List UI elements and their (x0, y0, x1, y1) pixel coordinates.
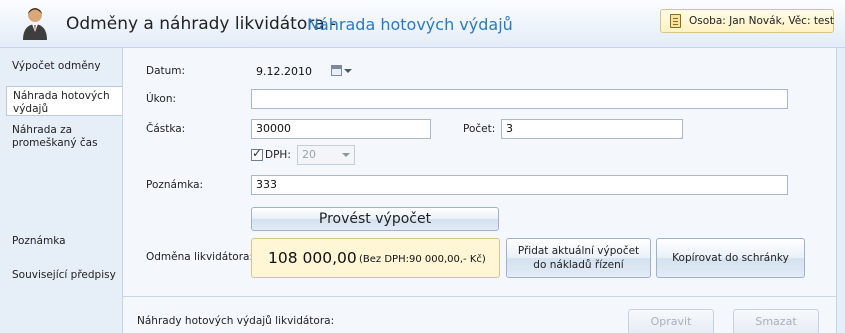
castka-label: Částka: (146, 123, 186, 135)
case-info-text: Osoba: Jan Novák, Věc: test (689, 15, 834, 27)
delete-button[interactable]: Smazat (733, 309, 819, 333)
dph-checkbox[interactable] (251, 146, 263, 161)
poznamka-input[interactable]: 333 (251, 175, 788, 195)
dph-label: DPH: (265, 149, 291, 161)
sidebar-item-nahrada-za-promeskany-cas[interactable]: Náhrada za promeškaný čas (0, 124, 112, 150)
calendar-icon[interactable] (331, 65, 342, 76)
chevron-down-icon (342, 153, 350, 157)
sidebar-item-poznamka[interactable]: Poznámka (0, 235, 122, 248)
reward-value: 108 000,00 (268, 249, 357, 267)
add-to-costs-line2: do nákladů řízení (533, 259, 624, 271)
sidebar: Výpočet odměny Náhrada hotových výdajů N… (0, 48, 123, 333)
page-title: Odměny a náhrady likvidátora - (66, 14, 337, 34)
chevron-down-icon[interactable] (344, 69, 352, 73)
expenses-list-label: Náhrady hotových výdajů likvidátora: (137, 315, 335, 327)
reward-label: Odměna likvidátora: (146, 251, 254, 263)
sidebar-item-souvisejici-predpisy[interactable]: Související předpisy (0, 269, 122, 282)
sidebar-item-nahrada-hotovych-vydaju[interactable]: Náhrada hotových výdajů (6, 86, 123, 116)
dph-value: 20 (302, 148, 316, 161)
copy-to-clipboard-button[interactable]: Kopírovat do schránky (656, 238, 805, 278)
pocet-label: Počet: (463, 123, 496, 135)
main-panel: Datum: 9.12.2010 Úkon: Částka: 30000 Poč… (122, 48, 837, 333)
datum-value: 9.12.2010 (256, 65, 312, 78)
dph-select: 20 (297, 145, 355, 165)
case-info-badge: Osoba: Jan Novák, Věc: test (660, 9, 834, 33)
datum-label: Datum: (146, 65, 186, 77)
page-subtitle: Náhrada hotových výdajů (307, 15, 513, 34)
pocet-input[interactable]: 3 (501, 119, 683, 139)
sidebar-item-vypocet-odmeny[interactable]: Výpočet odměny (0, 60, 122, 73)
castka-input[interactable]: 30000 (251, 119, 431, 139)
clipboard-icon (670, 14, 681, 28)
add-to-costs-button[interactable]: Přidat aktuální výpočet do nákladů řízen… (506, 238, 651, 278)
add-to-costs-line1: Přidat aktuální výpočet (517, 245, 640, 257)
poznamka-label: Poznámka: (146, 179, 204, 191)
user-avatar-icon (23, 8, 47, 40)
ukon-label: Úkon: (146, 93, 177, 105)
header-bar: Odměny a náhrady likvidátora - Náhrada h… (0, 0, 845, 48)
divider (123, 296, 836, 297)
ukon-input[interactable] (251, 89, 788, 109)
reward-detail: (Bez DPH:90 000,00,- Kč) (359, 254, 486, 265)
edit-button[interactable]: Opravit (628, 309, 714, 333)
calculate-button[interactable]: Provést výpočet (251, 207, 499, 231)
reward-result-box: 108 000,00 (Bez DPH:90 000,00,- Kč) (251, 238, 500, 278)
